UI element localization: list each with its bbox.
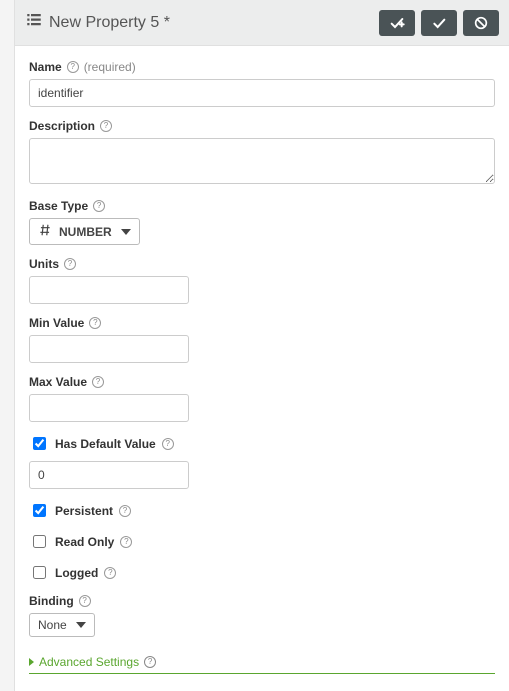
description-label: Description <box>29 119 95 133</box>
units-input[interactable] <box>29 276 189 304</box>
readonly-row: Read Only ? <box>29 532 495 551</box>
list-icon <box>25 11 43 34</box>
save-and-add-button[interactable] <box>379 10 415 36</box>
maxvalue-field-group: Max Value ? <box>29 375 495 422</box>
logged-row: Logged ? <box>29 563 495 582</box>
info-icon[interactable]: ? <box>119 505 131 517</box>
info-icon[interactable]: ? <box>67 61 79 73</box>
info-icon[interactable]: ? <box>79 595 91 607</box>
hasdefault-checkbox[interactable] <box>33 437 46 450</box>
chevron-right-icon <box>29 658 34 666</box>
info-icon[interactable]: ? <box>162 438 174 450</box>
logged-checkbox[interactable] <box>33 566 46 579</box>
units-field-group: Units ? <box>29 257 495 304</box>
readonly-label: Read Only <box>55 535 114 549</box>
advanced-label: Advanced Settings <box>39 655 139 669</box>
persistent-label: Persistent <box>55 504 113 518</box>
info-icon[interactable]: ? <box>120 536 132 548</box>
persistent-row: Persistent ? <box>29 501 495 520</box>
chevron-down-icon <box>121 229 131 235</box>
header-actions <box>379 10 499 36</box>
info-icon[interactable]: ? <box>64 258 76 270</box>
hasdefault-row: Has Default Value ? <box>29 434 495 453</box>
name-input[interactable] <box>29 79 495 107</box>
description-input[interactable] <box>29 138 495 184</box>
info-icon[interactable]: ? <box>89 317 101 329</box>
cancel-button[interactable] <box>463 10 499 36</box>
logged-label: Logged <box>55 566 98 580</box>
basetype-label: Base Type <box>29 199 88 213</box>
minvalue-field-group: Min Value ? <box>29 316 495 363</box>
binding-label: Binding <box>29 594 74 608</box>
panel-title: New Property 5 * <box>49 14 170 32</box>
name-label: Name <box>29 60 62 74</box>
maxvalue-label: Max Value <box>29 375 87 389</box>
basetype-field-group: Base Type ? NUMBER <box>29 199 495 245</box>
minvalue-input[interactable] <box>29 335 189 363</box>
info-icon[interactable]: ? <box>144 656 156 668</box>
hasdefault-label: Has Default Value <box>55 437 156 451</box>
maxvalue-input[interactable] <box>29 394 189 422</box>
required-hint: (required) <box>84 60 136 74</box>
info-icon[interactable]: ? <box>100 120 112 132</box>
confirm-button[interactable] <box>421 10 457 36</box>
chevron-down-icon <box>76 622 86 628</box>
basetype-value: NUMBER <box>59 225 112 239</box>
info-icon[interactable]: ? <box>93 200 105 212</box>
binding-select[interactable]: None <box>29 613 95 637</box>
persistent-checkbox[interactable] <box>33 504 46 517</box>
info-icon[interactable]: ? <box>104 567 116 579</box>
advanced-settings-toggle[interactable]: Advanced Settings ? <box>29 649 495 674</box>
basetype-select[interactable]: NUMBER <box>29 218 140 245</box>
left-gutter <box>0 0 15 691</box>
hash-icon <box>38 223 52 240</box>
readonly-checkbox[interactable] <box>33 535 46 548</box>
defaultvalue-input[interactable] <box>29 461 189 489</box>
property-panel: New Property 5 * <box>15 0 509 691</box>
binding-value: None <box>38 618 67 632</box>
minvalue-label: Min Value <box>29 316 84 330</box>
name-field-group: Name ? (required) <box>29 60 495 107</box>
panel-title-group: New Property 5 * <box>25 11 371 34</box>
info-icon[interactable]: ? <box>92 376 104 388</box>
description-field-group: Description ? <box>29 119 495 187</box>
binding-field-group: Binding ? None <box>29 594 495 637</box>
panel-body: Name ? (required) Description ? Base Typ… <box>15 46 509 691</box>
defaultvalue-field-group <box>29 461 495 489</box>
panel-header: New Property 5 * <box>15 0 509 46</box>
units-label: Units <box>29 257 59 271</box>
